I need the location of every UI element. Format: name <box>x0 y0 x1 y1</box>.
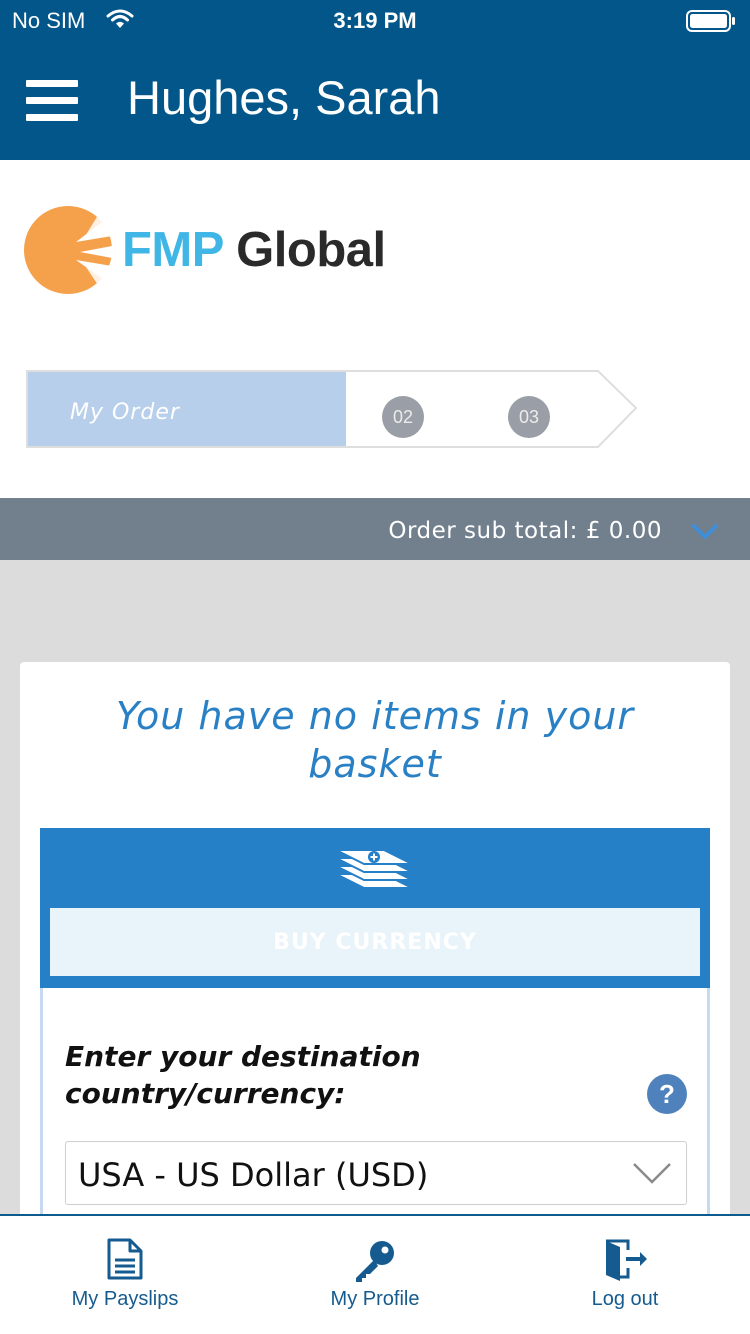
menu-icon[interactable] <box>26 78 78 122</box>
tab-log-out-label: Log out <box>591 1288 659 1310</box>
subtotal-amount: £ 0.00 <box>585 518 662 544</box>
logo-mark-icon <box>24 206 114 294</box>
key-icon <box>356 1241 394 1282</box>
currency-selected-value: USA - US Dollar (USD) <box>78 1156 429 1194</box>
step-02-badge: 02 <box>382 396 424 438</box>
battery-icon <box>686 10 735 32</box>
status-bar: No SIM 3:19 PM <box>0 0 750 40</box>
logo-global: Global <box>236 223 386 277</box>
status-time: 3:19 PM <box>333 8 417 33</box>
step-my-order: My Order <box>70 400 180 425</box>
buy-currency-panel: BUY CURRENCY <box>40 828 710 988</box>
order-subtotal-bar[interactable]: Order sub total: £ 0.00 <box>0 498 750 560</box>
logo-fmp: FMP <box>122 223 224 277</box>
tab-my-payslips-label: My Payslips <box>71 1288 179 1310</box>
order-subtotal: Order sub total: £ 0.00 <box>388 518 662 544</box>
logo-wordmark: FMP Global <box>122 222 386 278</box>
tab-log-out[interactable]: Log out <box>500 1216 750 1334</box>
destination-label: Enter your destination country/currency: <box>65 1040 421 1110</box>
help-icon[interactable]: ? <box>647 1074 687 1114</box>
document-icon <box>107 1238 143 1280</box>
currency-select[interactable]: USA - US Dollar (USD) <box>65 1141 687 1205</box>
empty-basket-message: You have no items in your basket <box>115 694 635 786</box>
page-title: Hughes, Sarah <box>127 71 441 124</box>
bottom-tab-bar: My Payslips My Profile Log out <box>0 1214 750 1334</box>
subtotal-label: Order sub total: <box>388 518 578 544</box>
tab-my-profile-label: My Profile <box>330 1288 420 1310</box>
logout-icon <box>606 1239 647 1281</box>
money-stack-icon <box>335 849 413 889</box>
order-progress-steps: My Order 02 03 <box>26 370 638 448</box>
company-logo: FMP Global <box>24 202 424 302</box>
chevron-down-icon[interactable] <box>692 524 718 540</box>
buy-currency-button[interactable]: BUY CURRENCY <box>50 908 700 976</box>
tab-my-profile[interactable]: My Profile <box>250 1216 500 1334</box>
brand-section: FMP Global My Order 02 03 <box>0 160 750 498</box>
step-03-badge: 03 <box>508 396 550 438</box>
app-header: No SIM 3:19 PM Hughes, Sarah <box>0 0 750 160</box>
chevron-down-icon <box>633 1163 671 1184</box>
tab-my-payslips[interactable]: My Payslips <box>0 1216 250 1334</box>
